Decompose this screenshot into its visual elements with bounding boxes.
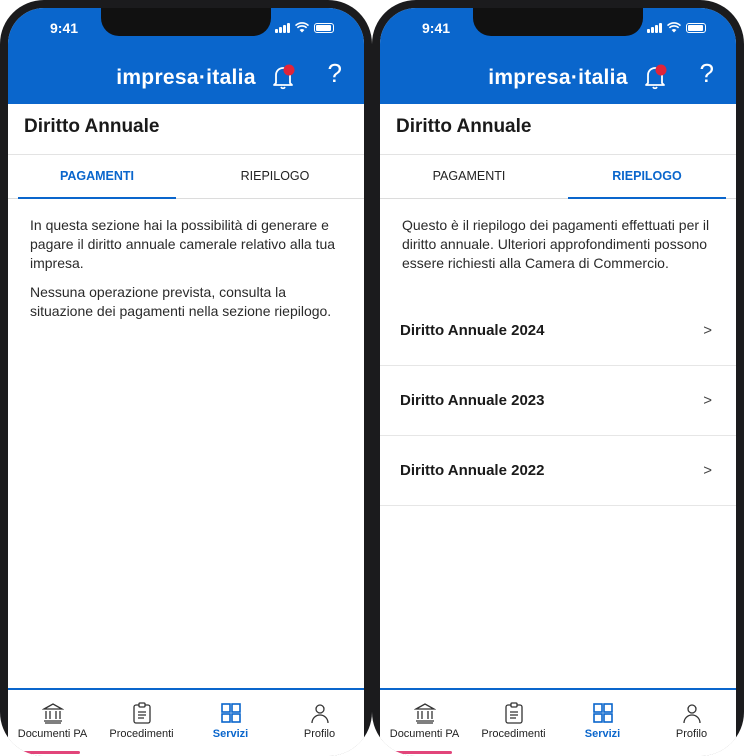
notch — [101, 8, 271, 36]
info-text: Nessuna operazione prevista, consulta la… — [30, 284, 332, 319]
nav-profilo[interactable]: Profilo — [275, 690, 364, 756]
tab-bar: PAGAMENTI RIEPILOGO — [380, 155, 736, 199]
nav-documenti-pa[interactable]: Documenti PA — [380, 690, 469, 756]
page-title: Diritto Annuale — [396, 116, 532, 137]
notification-dot — [655, 64, 667, 76]
status-icons — [647, 22, 706, 33]
chevron-right-icon: > — [703, 392, 712, 409]
status-icons — [275, 22, 334, 33]
bottom-nav: Documenti PA Procedimenti Servizi Profil… — [380, 688, 736, 756]
phone-pagamenti: 9:41 impresa·italia ? Diritto Annuale PA… — [0, 0, 372, 756]
nav-label: Profilo — [675, 728, 708, 740]
page-title: Diritto Annuale — [24, 116, 160, 137]
nav-label: Procedimenti — [109, 728, 174, 740]
bottom-nav: Documenti PA Procedimenti Servizi Profil… — [8, 688, 364, 756]
nav-documenti-pa[interactable]: Documenti PA — [8, 690, 97, 756]
nav-label: Procedimenti — [481, 728, 546, 740]
tab-pagamenti[interactable]: PAGAMENTI — [8, 155, 186, 199]
home-indicator — [20, 751, 80, 754]
wifi-icon — [295, 22, 309, 33]
nav-label: Servizi — [212, 728, 249, 740]
brand-logo: impresa·italia — [488, 66, 628, 89]
list-item-label: Diritto Annuale 2022 — [400, 462, 545, 479]
grid-icon — [592, 703, 613, 723]
app-header: 9:41 impresa·italia ? — [8, 8, 364, 104]
list-item-2023[interactable]: Diritto Annuale 2023 > — [380, 366, 736, 436]
list-item-label: Diritto Annuale 2024 — [400, 322, 545, 339]
signal-icon — [275, 22, 290, 33]
app-header: 9:41 impresa·italia ? — [380, 8, 736, 104]
bank-icon — [413, 703, 436, 724]
screen: 9:41 impresa·italia ? Diritto Annuale PA… — [380, 8, 736, 756]
status-time: 9:41 — [50, 20, 79, 36]
status-time: 9:41 — [422, 20, 451, 36]
battery-icon — [314, 23, 334, 33]
clipboard-icon — [504, 702, 523, 724]
grid-icon — [220, 703, 241, 723]
notification-bell-icon[interactable] — [642, 63, 668, 91]
screen: 9:41 impresa·italia ? Diritto Annuale PA… — [8, 8, 364, 756]
nav-label: Documenti PA — [389, 728, 460, 740]
clipboard-icon — [132, 702, 151, 724]
home-indicator — [392, 751, 452, 754]
brand-logo: impresa·italia — [116, 66, 256, 89]
notch — [473, 8, 643, 36]
payments-list: Diritto Annuale 2024 > Diritto Annuale 2… — [380, 296, 736, 506]
list-item-2022[interactable]: Diritto Annuale 2022 > — [380, 436, 736, 506]
nav-servizi[interactable]: Servizi — [186, 690, 275, 756]
user-icon — [310, 704, 329, 724]
signal-icon — [647, 22, 662, 33]
nav-label: Documenti PA — [17, 728, 88, 740]
intro-text: In questa sezione hai la possibilità di … — [30, 217, 336, 271]
nav-procedimenti[interactable]: Procedimenti — [469, 690, 558, 756]
nav-profilo[interactable]: Profilo — [647, 690, 736, 756]
nav-procedimenti[interactable]: Procedimenti — [97, 690, 186, 756]
user-icon — [682, 704, 701, 724]
list-item-label: Diritto Annuale 2023 — [400, 392, 545, 409]
tab-riepilogo[interactable]: RIEPILOGO — [558, 155, 736, 199]
tab-bar: PAGAMENTI RIEPILOGO — [8, 155, 364, 199]
nav-label: Servizi — [584, 728, 621, 740]
help-icon[interactable]: ? — [328, 58, 342, 89]
help-icon[interactable]: ? — [700, 58, 714, 89]
tab-pagamenti[interactable]: PAGAMENTI — [380, 155, 558, 198]
tab-content: In questa sezione hai la possibilità di … — [30, 216, 346, 331]
notification-bell-icon[interactable] — [270, 63, 296, 91]
list-item-2024[interactable]: Diritto Annuale 2024 > — [380, 296, 736, 366]
notification-dot — [283, 64, 295, 76]
bank-icon — [41, 703, 64, 724]
battery-icon — [686, 23, 706, 33]
nav-servizi[interactable]: Servizi — [558, 690, 647, 756]
summary-text: Questo è il riepilogo dei pagamenti effe… — [402, 217, 710, 271]
phone-riepilogo: 9:41 impresa·italia ? Diritto Annuale PA… — [372, 0, 744, 756]
chevron-right-icon: > — [703, 462, 712, 479]
tab-content: Questo è il riepilogo dei pagamenti effe… — [402, 216, 718, 283]
wifi-icon — [667, 22, 681, 33]
nav-label: Profilo — [303, 728, 336, 740]
chevron-right-icon: > — [703, 322, 712, 339]
tab-riepilogo[interactable]: RIEPILOGO — [186, 155, 364, 198]
